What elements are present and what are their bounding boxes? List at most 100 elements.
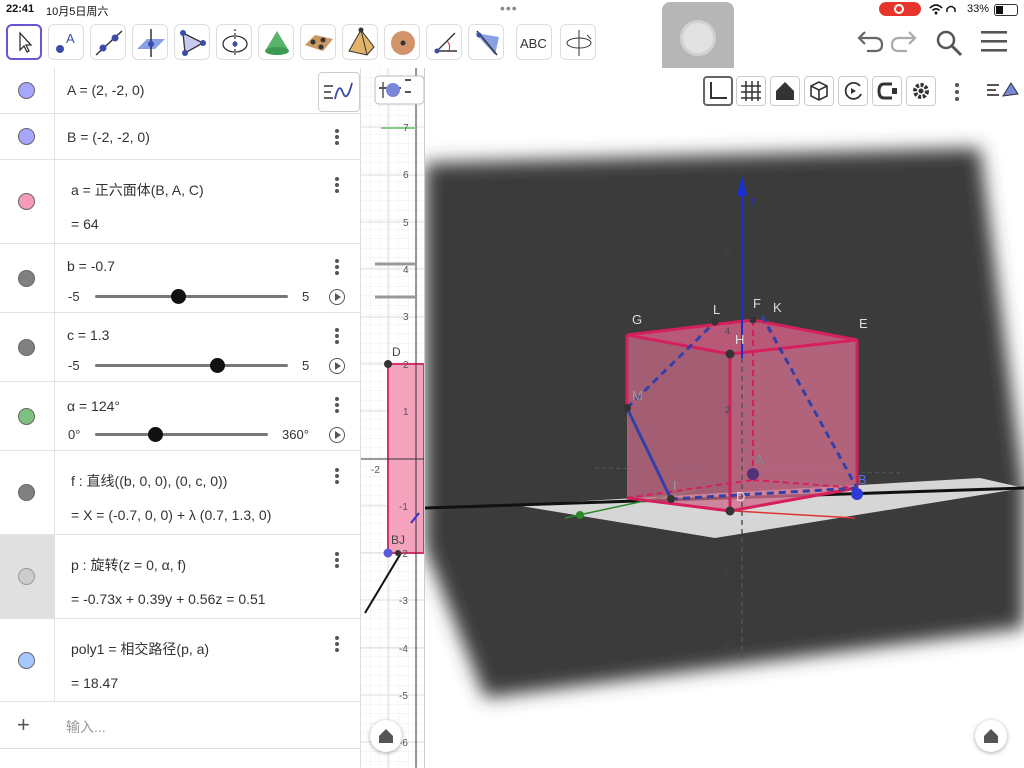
algebra-row-point-b[interactable]: B = (-2, -2, 0) — [0, 114, 360, 160]
visibility-toggle[interactable] — [0, 619, 55, 701]
definition-text[interactable]: A = (2, -2, 0) — [67, 82, 144, 98]
algebra-row-slider-alpha[interactable]: α = 124° 0° 360° — [0, 382, 360, 451]
visibility-toggle[interactable] — [0, 382, 55, 450]
point-tool-button[interactable]: A — [48, 24, 84, 60]
menu-icon[interactable] — [980, 28, 1008, 59]
object-color-dot[interactable] — [18, 339, 35, 356]
algebra-settings-button[interactable] — [318, 72, 360, 112]
algebra-input[interactable]: 输入... — [66, 717, 106, 737]
plane-tool-button[interactable] — [300, 24, 336, 60]
undo-icon[interactable] — [855, 28, 885, 59]
clipping-button[interactable] — [872, 76, 902, 106]
sphere-tool-button[interactable] — [384, 24, 420, 60]
algebra-row-cube[interactable]: a = 正六面体(B, A, C) = 64 — [0, 160, 360, 244]
add-icon[interactable]: + — [17, 712, 30, 738]
more-options-icon[interactable] — [331, 551, 343, 571]
grid-toggle-button[interactable] — [736, 76, 766, 106]
move-tool-button[interactable] — [6, 24, 42, 60]
search-icon[interactable] — [934, 28, 964, 63]
algebra-row-line-f[interactable]: f : 直线((b, 0, 0), (0, c, 0)) = X = (-0.7… — [0, 451, 360, 535]
object-color-dot[interactable] — [18, 82, 35, 99]
definition-text[interactable]: B = (-2, -2, 0) — [67, 129, 150, 145]
visibility-toggle[interactable] — [0, 313, 55, 381]
slider-track[interactable] — [95, 364, 288, 367]
more-options-icon[interactable] — [331, 176, 343, 196]
axis-tick-label: 2 — [725, 405, 730, 415]
more-options-icon[interactable] — [331, 396, 343, 416]
object-color-dot[interactable] — [18, 270, 35, 287]
pyramid-tool-button[interactable] — [342, 24, 378, 60]
view-menu-icon[interactable] — [985, 78, 1021, 107]
settings-gear-button[interactable] — [906, 76, 936, 106]
rotate-view-tool-button[interactable] — [560, 24, 596, 60]
visibility-toggle[interactable] — [0, 244, 55, 312]
standard-view-button[interactable] — [770, 76, 800, 106]
home-button[interactable] — [975, 720, 1007, 752]
algebra-row-poly1[interactable]: poly1 = 相交路径(p, a) = 18.47 — [0, 619, 360, 702]
object-color-dot[interactable] — [18, 408, 35, 425]
line-tool-button[interactable] — [90, 24, 126, 60]
object-color-dot[interactable] — [18, 193, 35, 210]
visibility-toggle[interactable] — [0, 114, 55, 159]
definition-text[interactable]: α = 124° — [67, 398, 120, 414]
view-direction-button[interactable] — [804, 76, 834, 106]
object-color-dot[interactable] — [18, 652, 35, 669]
visibility-toggle[interactable] — [0, 535, 55, 618]
battery-icon — [994, 4, 1018, 16]
definition-text[interactable]: p : 旋转(z = 0, α, f) — [71, 555, 186, 575]
object-color-dot[interactable] — [18, 484, 35, 501]
play-icon[interactable] — [329, 427, 345, 443]
visibility-toggle[interactable] — [0, 451, 55, 534]
slider-knob[interactable] — [209, 358, 225, 373]
algebra-row-slider-c[interactable]: c = 1.3 -5 5 — [0, 313, 360, 382]
more-options-icon[interactable] — [331, 635, 343, 655]
angle-tool-button[interactable] — [426, 24, 462, 60]
battery-percent: 33% — [967, 3, 990, 15]
play-icon[interactable] — [329, 289, 345, 305]
perpendicular-tool-button[interactable] — [132, 24, 168, 60]
assistive-touch-button[interactable] — [662, 2, 734, 74]
point-label-e: E — [859, 316, 868, 331]
more-options-icon[interactable] — [331, 467, 343, 487]
redo-icon[interactable] — [889, 28, 919, 59]
polygon-tool-button[interactable] — [174, 24, 210, 60]
point-label-f: F — [753, 296, 761, 311]
slider-track[interactable] — [95, 295, 288, 298]
more-options-icon[interactable] — [952, 82, 962, 107]
graphics-2d-view[interactable]: 7 6 5 4 3 2 1 -1 -2 -3 -4 -5 -6 -2 D BJ — [361, 68, 425, 768]
more-options-icon[interactable] — [331, 258, 343, 278]
slider-knob[interactable] — [170, 289, 186, 304]
algebra-input-row[interactable]: + 输入... — [0, 702, 360, 749]
object-color-dot[interactable] — [18, 568, 35, 585]
more-options-icon[interactable] — [331, 327, 343, 347]
more-options-icon[interactable] — [331, 128, 343, 148]
cone-tool-button[interactable] — [258, 24, 294, 60]
graphics-3d-canvas[interactable]: z 6 4 2 -2 -4 G L F K E H M A B I D — [425, 68, 1024, 768]
circle-axis-tool-button[interactable] — [216, 24, 252, 60]
definition-text[interactable]: c = 1.3 — [67, 327, 109, 343]
multitask-dots[interactable]: ••• — [500, 0, 518, 16]
visibility-toggle[interactable] — [0, 68, 55, 113]
visibility-toggle[interactable] — [0, 160, 55, 243]
algebra-row-slider-b[interactable]: b = -0.7 -5 5 — [0, 244, 360, 313]
axes-toggle-button[interactable] — [703, 76, 733, 106]
home-button[interactable] — [370, 720, 402, 752]
reflect-tool-button[interactable] — [468, 24, 504, 60]
algebra-row-point-a[interactable]: A = (2, -2, 0) — [0, 68, 360, 114]
definition-text[interactable]: f : 直线((b, 0, 0), (0, c, 0)) — [71, 471, 227, 491]
definition-text[interactable]: a = 正六面体(B, A, C) — [71, 180, 204, 200]
play-icon[interactable] — [329, 358, 345, 374]
graphics-2d-canvas[interactable]: 7 6 5 4 3 2 1 -1 -2 -3 -4 -5 -6 -2 D BJ — [361, 68, 424, 768]
algebra-row-plane-p[interactable]: p : 旋转(z = 0, α, f) = -0.73x + 0.39y + 0… — [0, 535, 360, 619]
screen-record-icon[interactable] — [879, 2, 921, 16]
definition-text[interactable]: poly1 = 相交路径(p, a) — [71, 639, 209, 659]
rotate-view-button[interactable] — [838, 76, 868, 106]
definition-text[interactable]: b = -0.7 — [67, 258, 115, 274]
object-color-dot[interactable] — [18, 128, 35, 145]
graphics-3d-view[interactable]: z 6 4 2 -2 -4 G L F K E H M A B I D — [425, 68, 1024, 768]
svg-text:A: A — [66, 31, 75, 46]
text-tool-button[interactable]: ABC — [516, 24, 552, 60]
slider-track[interactable] — [95, 433, 268, 436]
slider-knob[interactable] — [147, 427, 163, 442]
point-label-m: M — [632, 388, 643, 403]
